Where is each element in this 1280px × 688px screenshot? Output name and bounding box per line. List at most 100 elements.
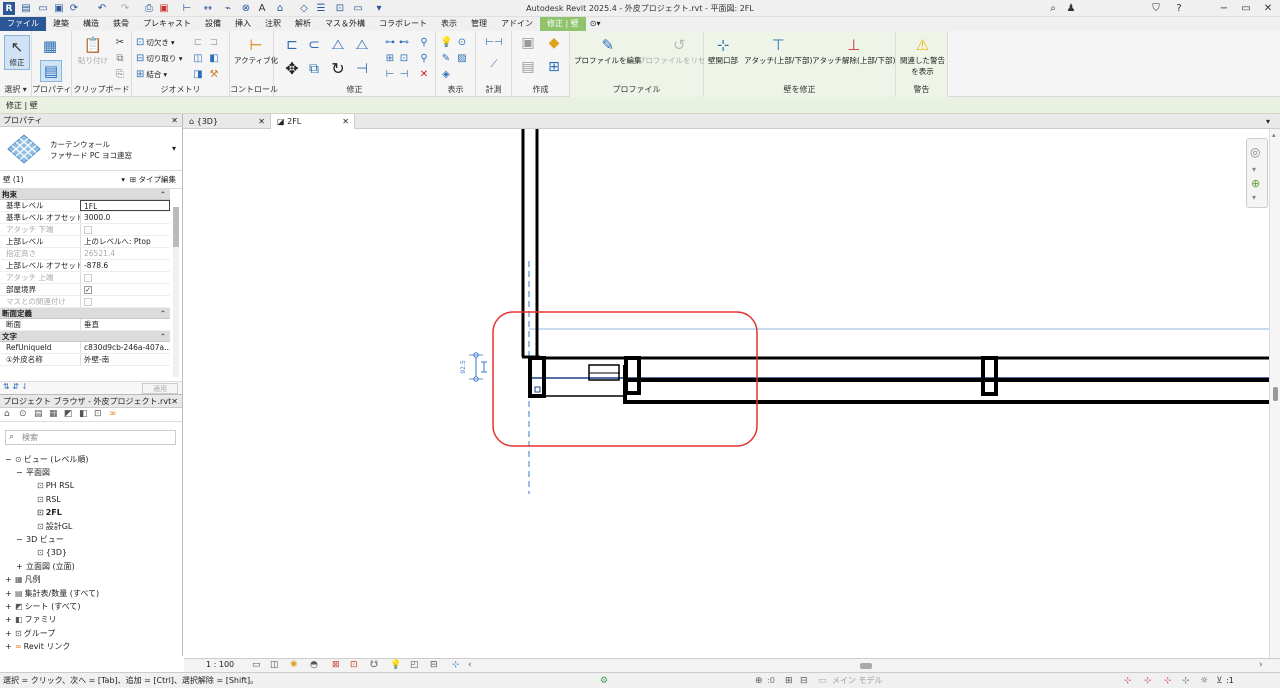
offset-icon[interactable]: ⊂ <box>306 38 322 55</box>
scale-icon[interactable]: ⊡ <box>398 53 410 65</box>
edit-profile-button[interactable]: ✎ プロファイルを編集 <box>574 35 642 66</box>
tab-steel[interactable]: 鉄骨 <box>106 17 136 31</box>
property-checkbox[interactable] <box>84 297 92 306</box>
dimension-icon[interactable]: ↔ <box>201 2 215 15</box>
property-value[interactable] <box>80 272 170 283</box>
section-icon[interactable]: ◇ <box>298 2 310 15</box>
family-icon[interactable]: ◧ <box>79 409 88 419</box>
select-underlay-icon[interactable]: ⊹ <box>1144 673 1152 688</box>
mirror-draw-icon[interactable]: ⧍ <box>354 38 370 55</box>
save-icon[interactable]: ▣ <box>53 2 65 15</box>
tree-item[interactable]: − ⊙ ビュー (レベル順) <box>5 453 89 465</box>
show-crop-icon[interactable]: ⊡ <box>350 660 358 670</box>
property-value[interactable]: 1FL <box>80 200 170 211</box>
floor-plan-svg[interactable]: 92.5 <box>184 129 1269 658</box>
tree-item[interactable]: −3D ビュー <box>16 533 64 545</box>
type-selector[interactable]: カーテンウォール ファサード PC ヨコ連窓 ▾ <box>0 127 182 171</box>
collapse-icon[interactable]: − <box>16 535 24 544</box>
detach-button[interactable]: ⊥ アタッチ解除(上部/下部) <box>812 35 895 66</box>
property-value[interactable]: 垂直 <box>80 319 170 330</box>
type-properties-button[interactable]: ▦ <box>40 36 60 56</box>
sheet-icon[interactable]: ◩ <box>64 409 73 419</box>
open-icon[interactable]: ▭ <box>37 2 49 15</box>
mullion[interactable] <box>624 356 641 395</box>
grip-handle[interactable] <box>534 386 541 393</box>
cut-geometry-button[interactable]: ⊡ 切欠き ▾ <box>136 37 175 48</box>
close-hidden-icon[interactable]: ⊡ <box>334 2 346 15</box>
edit-type-button[interactable]: ▾ ⊞ タイプ編集 <box>121 171 176 189</box>
tree-item[interactable]: + 立面図 (立面) <box>16 560 75 572</box>
cut-off-button[interactable]: ⊟ 切り取り ▾ <box>136 53 183 64</box>
collapse-icon[interactable]: ⌃ <box>160 189 166 200</box>
tree-item[interactable]: ⊡ 設計GL <box>37 520 72 532</box>
property-value[interactable]: 外壁-南 <box>80 354 170 365</box>
property-checkbox[interactable] <box>84 225 92 234</box>
chevron-down-icon[interactable]: ▾ <box>172 144 176 153</box>
property-value[interactable]: 26521.4 <box>80 248 170 259</box>
override-icon[interactable]: ⊙ <box>456 37 468 49</box>
3d-view-icon[interactable]: ⌂ <box>273 2 287 15</box>
create-similar-icon[interactable]: ⊞ <box>544 60 564 79</box>
property-value[interactable]: c830d9cb-246a-407a... <box>80 342 170 353</box>
mullion[interactable] <box>981 356 998 396</box>
tree-item[interactable]: ⊡ 2FL <box>37 507 62 519</box>
tag-all-icon[interactable]: ⊗ <box>240 2 252 15</box>
measure-distance-icon[interactable]: ⊢⊣ <box>482 37 506 49</box>
property-value[interactable] <box>80 224 170 235</box>
help-icon[interactable]: ? <box>1172 2 1186 15</box>
tab-overflow-icon[interactable]: ▾ <box>1261 114 1275 129</box>
measure-icon[interactable]: ⊢ <box>181 2 193 15</box>
redo-icon[interactable]: ↷ <box>118 2 132 15</box>
paint-icon[interactable]: ⚒ <box>208 69 220 81</box>
tree-item[interactable]: + ⊡ グループ <box>5 627 55 639</box>
main-model-icon[interactable]: ▭ <box>818 673 827 688</box>
tab-analyze[interactable]: 解析 <box>288 17 318 31</box>
property-checkbox[interactable] <box>84 273 92 282</box>
maximize-button[interactable]: ▭ <box>1236 2 1256 15</box>
apply-button[interactable]: 適用 <box>142 383 178 394</box>
property-value[interactable]: 3000.0 <box>80 212 170 223</box>
attach-button[interactable]: ⊤ アタッチ(上部/下部) <box>744 35 812 66</box>
chevron-down-icon[interactable]: ▾ <box>1252 193 1256 202</box>
properties-scrollbar[interactable] <box>173 207 179 377</box>
steering-wheel-icon[interactable]: ◎ <box>1250 145 1260 159</box>
delete-icon[interactable]: ✕ <box>418 69 430 81</box>
link-icon[interactable]: ∞ <box>109 409 117 419</box>
pdf-icon[interactable]: ▣ <box>158 2 170 15</box>
tree-item[interactable]: + ◧ ファミリ <box>5 614 57 626</box>
trim-single-icon[interactable]: ⊣ <box>398 69 410 81</box>
tab-insert[interactable]: 挿入 <box>228 17 258 31</box>
tab-modify-wall[interactable]: 修正 | 壁 <box>540 17 586 31</box>
views-icon[interactable]: ⊙ <box>19 409 27 419</box>
tab-addins[interactable]: アドイン <box>494 17 540 31</box>
scrollbar-thumb[interactable] <box>1273 387 1278 401</box>
collapse-icon[interactable]: ⌃ <box>160 308 166 319</box>
move-icon[interactable]: ✥ <box>284 61 300 79</box>
tag-icon[interactable]: ⌁ <box>222 2 234 15</box>
tab-architecture[interactable]: 建築 <box>46 17 76 31</box>
close-icon[interactable]: ✕ <box>171 395 178 408</box>
copy-element-icon[interactable]: ⧉ <box>306 62 322 79</box>
modify-button[interactable]: ↖ 修正 <box>4 35 30 70</box>
expand-icon[interactable]: + <box>16 562 24 571</box>
close-button[interactable]: ✕ <box>1258 2 1278 15</box>
chevron-down-icon[interactable]: ▾ <box>1252 165 1256 174</box>
geometry-tool-icon[interactable]: ◨ <box>192 69 204 81</box>
home-icon[interactable]: ⌂ <box>4 409 10 419</box>
view-tab-3d[interactable]: ⌂ {3D} ✕ <box>183 114 271 129</box>
tree-item[interactable]: ⊡ PH RSL <box>37 480 74 492</box>
workset-icon[interactable]: ⚙ <box>600 673 608 688</box>
temporary-dimension-value[interactable]: 92.5 <box>460 360 467 374</box>
store-icon[interactable]: ⛉ <box>1149 2 1163 15</box>
tree-item[interactable]: ⊡ {3D} <box>37 547 67 559</box>
design-option-icon[interactable]: ⊞ <box>785 673 793 688</box>
aligned-dimension-icon[interactable]: ⟋ <box>482 59 506 71</box>
undo-icon[interactable]: ↶ <box>95 2 109 15</box>
create-assembly-icon[interactable]: ▣ <box>518 36 538 55</box>
revit-logo-icon[interactable]: R <box>3 2 15 15</box>
create-parts-icon[interactable]: ◆ <box>544 36 564 55</box>
exclude-options-icon[interactable]: ⊟ <box>800 673 808 688</box>
close-icon[interactable]: ✕ <box>258 114 265 129</box>
collapse-icon[interactable]: ⌃ <box>160 331 166 342</box>
instance-filter[interactable]: 壁 (1) ▾ ⊞ タイプ編集 <box>0 171 182 189</box>
